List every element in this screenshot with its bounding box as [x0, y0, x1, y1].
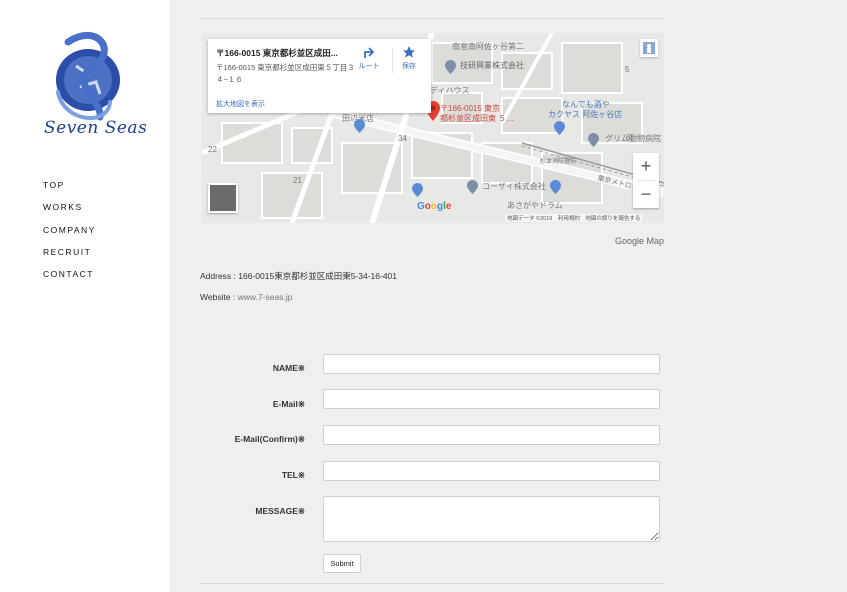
directions-label: ルート: [358, 63, 380, 70]
zoom-in-button[interactable]: +: [633, 153, 659, 180]
main-content: 南室南阿佐ヶ谷第二 技研興業株式会社 ディハウス 〒166-0015 東京 都杉…: [170, 0, 847, 592]
map-label: 技研興業株式会社: [460, 61, 524, 70]
card-title: 〒166-0015 東京都杉並区成田...: [216, 48, 338, 58]
star-icon: [403, 46, 415, 58]
parking-icon: [412, 183, 423, 197]
brand-name: Seven Seas: [44, 118, 148, 138]
map-pin-label: 都杉並区成田東 ５…: [440, 114, 515, 123]
nav-item-top[interactable]: TOP: [43, 180, 96, 202]
map-label: 5: [625, 65, 630, 74]
map-poi-icon: [550, 180, 561, 194]
website-label: Website :: [200, 292, 238, 302]
divider: [200, 583, 664, 584]
card-address: 〒166-0015 東京都杉並区成田東５丁目３４−１６: [216, 63, 355, 84]
map-label: 34: [398, 134, 407, 143]
message-textarea[interactable]: [323, 496, 660, 542]
satellite-toggle[interactable]: [208, 183, 238, 213]
nav-item-recruit[interactable]: RECRUIT: [43, 247, 96, 269]
map-poi-icon: [354, 119, 365, 133]
map-label: 南室南阿佐ヶ谷第二: [452, 42, 524, 51]
message-label: MESSAGE※: [255, 506, 305, 516]
street-view-button[interactable]: [640, 39, 658, 57]
google-logo: Google: [417, 201, 452, 212]
main-nav: TOP WORKS COMPANY RECRUIT CONTACT: [43, 180, 96, 291]
name-input[interactable]: [323, 354, 660, 374]
tel-label: TEL※: [281, 470, 305, 480]
map-label: カクヤス 阿佐ヶ谷店: [548, 110, 623, 119]
map-info-card: 〒166-0015 東京都杉並区成田... 〒166-0015 東京都杉並区成田…: [208, 39, 431, 113]
directions-icon: [364, 47, 375, 58]
divider: [392, 49, 393, 73]
email-confirm-label: E-Mail(Confirm)※: [234, 434, 305, 444]
email-confirm-input[interactable]: [323, 425, 660, 445]
website-text: Website : www.7-seas.jp: [200, 292, 292, 302]
map-poi-icon: [588, 133, 599, 147]
email-input[interactable]: [323, 389, 660, 409]
map-label: 21: [293, 176, 302, 185]
map-poi-icon: [445, 60, 456, 74]
nav-item-company[interactable]: COMPANY: [43, 225, 96, 247]
email-label: E-Mail※: [272, 399, 305, 409]
tel-input[interactable]: [323, 461, 660, 481]
map-footer[interactable]: 地図データ ©2019 利用規約 地図の誤りを報告する: [505, 214, 643, 222]
zoom-controls: + −: [633, 153, 659, 208]
map-label: 杉並消防署前: [540, 159, 577, 165]
website-link[interactable]: www.7-seas.jp: [238, 292, 293, 302]
save-button[interactable]: 保存: [394, 45, 424, 71]
zoom-out-button[interactable]: −: [633, 181, 659, 208]
map-label: コーザイ株式会社: [482, 182, 546, 191]
divider: [200, 18, 664, 19]
map-label: あさがやドラム: [507, 201, 563, 210]
map-poi-icon: [554, 121, 565, 135]
address-text: Address : 166-0015東京都杉並区成田東5-34-16-401: [200, 271, 397, 281]
map-label: ディハウス: [430, 86, 470, 95]
name-label: NAME※: [272, 363, 305, 373]
save-label: 保存: [402, 63, 416, 70]
map-caption: Google Map: [615, 236, 665, 246]
submit-button[interactable]: Submit: [323, 554, 361, 573]
nav-item-contact[interactable]: CONTACT: [43, 269, 96, 291]
map-label: 6: [626, 133, 631, 142]
map-poi-icon: [467, 180, 478, 194]
nav-item-works[interactable]: WORKS: [43, 202, 96, 224]
directions-button[interactable]: ルート: [352, 45, 386, 71]
google-map[interactable]: 南室南阿佐ヶ谷第二 技研興業株式会社 ディハウス 〒166-0015 東京 都杉…: [202, 33, 664, 223]
map-label: 22: [208, 145, 217, 154]
map-label: グリム動物病院: [605, 134, 661, 143]
sidebar: Seven Seas TOP WORKS COMPANY RECRUIT CON…: [0, 0, 170, 592]
larger-map-link[interactable]: 拡大地図を表示: [216, 99, 265, 109]
pegman-icon: [643, 42, 655, 54]
